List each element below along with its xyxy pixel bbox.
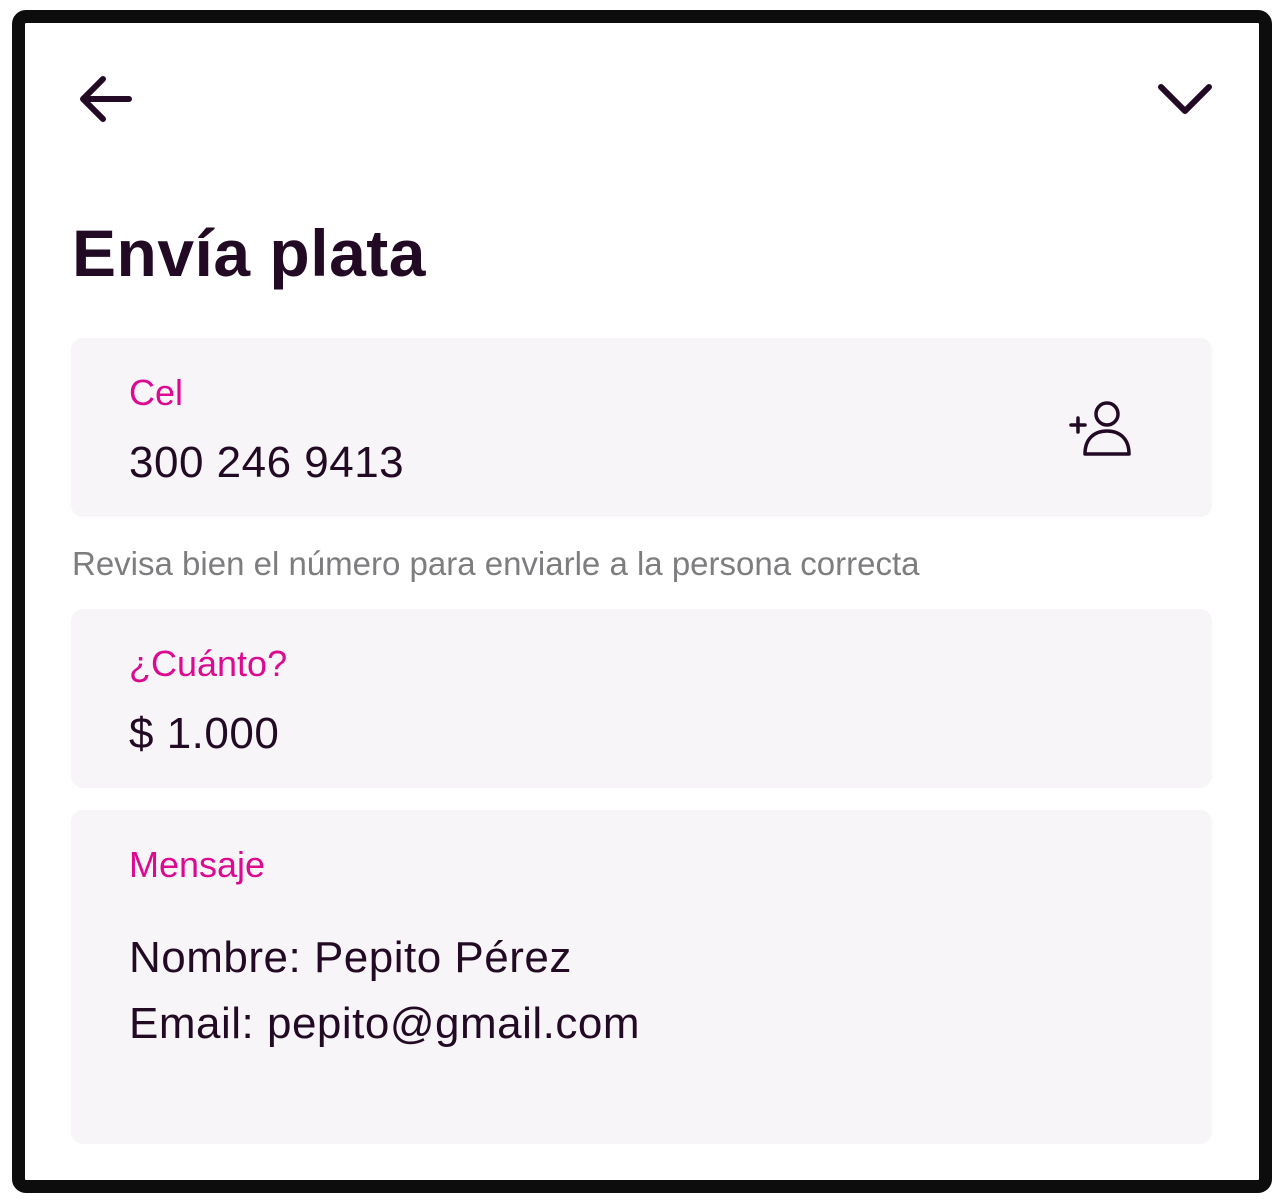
arrow-left-icon (80, 76, 132, 122)
contacts-button[interactable] (1061, 390, 1141, 470)
amount-input[interactable]: $ 1.000 (129, 706, 279, 762)
phone-label: Cel (129, 372, 184, 413)
message-label: Mensaje (129, 844, 266, 885)
message-field[interactable]: Mensaje Nombre: Pepito Pérez Email: pepi… (71, 810, 1212, 1144)
message-line-name[interactable]: Nombre: Pepito Pérez (129, 930, 572, 986)
add-contact-icon (1069, 401, 1131, 456)
app-screen: Envía plata Cel 300 246 9413 Revisa bien… (12, 10, 1272, 1193)
collapse-button[interactable] (1145, 59, 1225, 139)
phone-field[interactable]: Cel 300 246 9413 (71, 338, 1212, 517)
page-title: Envía plata (72, 216, 426, 290)
amount-field[interactable]: ¿Cuánto? $ 1.000 (71, 609, 1212, 788)
phone-input[interactable]: 300 246 9413 (129, 435, 404, 491)
amount-label: ¿Cuánto? (129, 643, 288, 684)
message-line-email[interactable]: Email: pepito@gmail.com (129, 996, 640, 1052)
back-button[interactable] (65, 59, 145, 139)
phone-hint: Revisa bien el número para enviarle a la… (72, 545, 920, 582)
chevron-down-icon (1158, 84, 1212, 114)
